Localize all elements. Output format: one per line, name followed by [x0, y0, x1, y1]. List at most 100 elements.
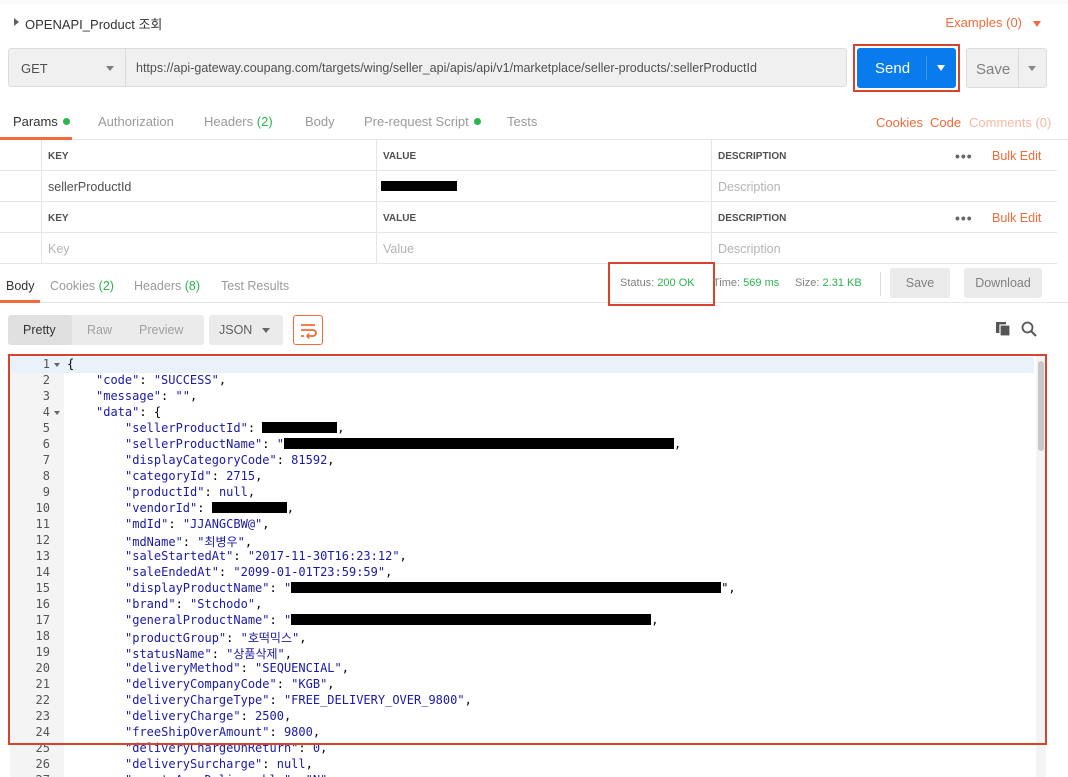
line-number: 10	[35, 501, 50, 515]
key-cell[interactable]: sellerProductId	[41, 171, 376, 201]
url-input[interactable]: https://api-gateway.coupang.com/targets/…	[136, 61, 757, 75]
line-number: 4	[42, 405, 50, 419]
bulk-edit-link[interactable]: Bulk Edit	[992, 211, 1041, 225]
json-colon: :	[240, 661, 256, 675]
code-content: "code": "SUCCESS",	[96, 373, 226, 387]
code-line: 1{	[10, 357, 1034, 373]
tab-test-results[interactable]: Test Results	[221, 279, 289, 293]
search-icon[interactable]	[1020, 320, 1038, 338]
json-colon: :	[226, 631, 241, 645]
request-title[interactable]: OPENAPI_Product 조회	[25, 14, 162, 33]
examples-dropdown[interactable]: Examples (0)	[945, 15, 1022, 30]
row-check-cell	[0, 233, 41, 263]
json-punctuation: ,	[673, 437, 682, 451]
wrap-lines-icon[interactable]	[293, 315, 323, 345]
code-line: 10 "vendorId": ,	[10, 501, 1034, 517]
json-value: "N"	[306, 773, 328, 777]
json-key: "sellerProductName"	[125, 437, 263, 451]
fold-toggle-icon[interactable]	[54, 363, 60, 367]
code-line: 9 "productId": null,	[10, 485, 1034, 501]
fold-toggle-icon[interactable]	[54, 411, 60, 415]
json-colon: :	[161, 389, 176, 403]
copy-icon[interactable]	[995, 321, 1011, 337]
code-content: "data": {	[96, 405, 161, 419]
json-value: "FREE_DELIVERY_OVER_9800"	[283, 693, 465, 707]
code-line: 3 "message": "",	[10, 389, 1034, 405]
wrap-lines-glyph	[301, 324, 317, 339]
code-line: 20 "deliveryMethod": "SEQUENCIAL",	[10, 661, 1034, 677]
code-content: "displayProductName": " ",	[125, 581, 736, 595]
cookies-link[interactable]: Cookies	[876, 115, 923, 130]
response-body-editor[interactable]: 1{2 "code": "SUCCESS", 3 "message": "", 4 "da…	[10, 355, 1068, 777]
value-header-cell: VALUE	[376, 140, 711, 170]
json-key: "freeShipOverAmount"	[125, 725, 270, 739]
code-line: 19 "statusName": "상품삭제",	[10, 645, 1034, 661]
line-number: 16	[35, 597, 50, 611]
key-input-cell[interactable]: Key	[41, 233, 376, 263]
bulk-edit-link[interactable]: Bulk Edit	[992, 149, 1041, 163]
tab-authorization[interactable]: Authorization	[98, 114, 174, 129]
code-line: 24 "freeShipOverAmount": 9800,	[10, 725, 1034, 741]
language-select[interactable]: JSON	[209, 315, 283, 345]
more-options-icon[interactable]: •••	[955, 148, 973, 164]
pretty-button[interactable]: Pretty	[23, 323, 56, 337]
json-key: "productId"	[125, 485, 205, 499]
code-line: 4 "data": {	[10, 405, 1034, 421]
tab-params[interactable]: Params	[13, 114, 70, 129]
description-input-cell[interactable]: Description	[711, 233, 1057, 263]
send-options-caret-icon[interactable]	[937, 65, 945, 71]
tab-response-body[interactable]: Body	[6, 279, 35, 293]
tab-prerequest-label: Pre-request Script	[364, 114, 469, 129]
json-value: ""	[175, 389, 190, 403]
expand-caret-icon[interactable]	[14, 18, 19, 26]
preview-button[interactable]: Preview	[139, 323, 183, 337]
tab-tests[interactable]: Tests	[507, 114, 537, 129]
comments-link[interactable]: Comments (0)	[969, 115, 1051, 130]
code-link[interactable]: Code	[930, 115, 961, 130]
code-content: "deliveryMethod": "SEQUENCIAL",	[125, 661, 349, 675]
save-response-button[interactable]: Save	[890, 268, 950, 298]
line-number: 17	[35, 613, 50, 627]
editor-scrollbar[interactable]	[1036, 355, 1046, 777]
description-cell[interactable]: Description	[711, 171, 1057, 201]
row-check-cell	[0, 171, 41, 201]
line-number: 13	[35, 549, 50, 563]
json-key: "remoteAreaDeliverable"	[125, 773, 291, 777]
send-button[interactable]: Send	[857, 48, 956, 88]
value-cell[interactable]	[376, 171, 711, 201]
save-options-caret-icon[interactable]	[1028, 66, 1036, 71]
code-line: 7 "displayCategoryCode": 81592,	[10, 453, 1034, 469]
line-number: 26	[35, 757, 50, 771]
json-colon: :	[269, 613, 284, 627]
redacted-value	[283, 438, 674, 449]
tab-response-headers[interactable]: Headers (8)	[134, 279, 200, 293]
raw-button[interactable]: Raw	[87, 323, 112, 337]
json-colon: :	[276, 453, 292, 467]
code-content: "sellerProductId": ,	[125, 421, 345, 435]
more-options-icon[interactable]: •••	[955, 210, 973, 226]
code-content: "message": "",	[96, 389, 197, 403]
tab-headers[interactable]: Headers (2)	[204, 114, 273, 129]
redacted-value	[211, 502, 287, 513]
scrollbar-thumb[interactable]	[1038, 361, 1044, 451]
value-input-cell[interactable]: Value	[376, 233, 711, 263]
json-key: "displayProductName"	[125, 581, 270, 595]
tab-cookies-label: Cookies	[50, 279, 96, 293]
code-content: "statusName": "상품삭제",	[125, 645, 292, 662]
json-value: "Stchodo"	[190, 597, 256, 611]
json-key: "deliverySurcharge"	[125, 757, 263, 771]
examples-caret-icon[interactable]	[1033, 21, 1041, 27]
json-key: "statusName"	[125, 647, 212, 661]
download-button[interactable]: Download	[964, 268, 1042, 298]
method-select[interactable]: GET	[9, 49, 126, 86]
json-key: "mdId"	[125, 517, 169, 531]
json-key: "generalProductName"	[125, 613, 270, 627]
save-button[interactable]: Save	[966, 48, 1047, 88]
tab-response-cookies[interactable]: Cookies (2)	[50, 279, 114, 293]
json-colon: :	[269, 693, 284, 707]
tab-prerequest[interactable]: Pre-request Script	[364, 114, 481, 129]
format-bar: Pretty Raw Preview JSON	[0, 303, 1068, 353]
json-key: "saleStartedAt"	[125, 549, 234, 563]
tab-body[interactable]: Body	[305, 114, 335, 129]
json-colon: :	[262, 757, 277, 771]
